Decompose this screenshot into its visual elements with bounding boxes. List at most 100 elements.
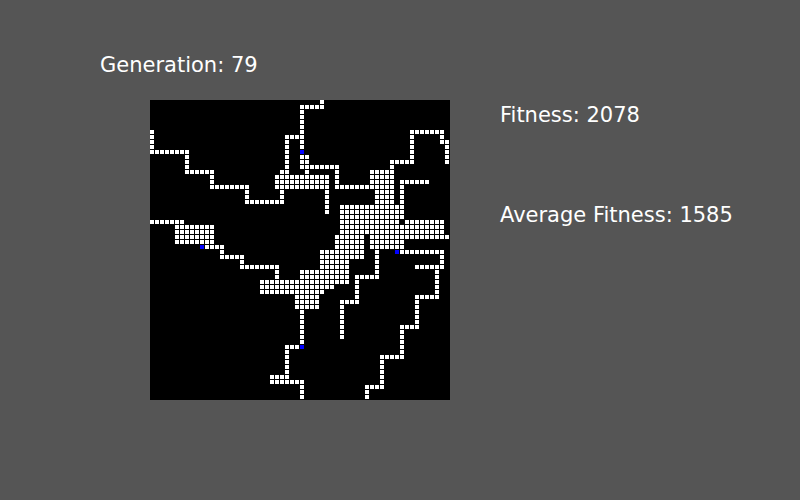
visited-cell bbox=[300, 120, 304, 124]
visited-cell bbox=[185, 165, 189, 169]
visited-cell bbox=[310, 165, 314, 169]
visited-cell bbox=[230, 255, 234, 259]
visited-cell bbox=[335, 280, 339, 284]
visited-cell bbox=[390, 235, 394, 239]
visited-cell bbox=[440, 235, 444, 239]
visited-cell bbox=[425, 250, 429, 254]
visited-cell bbox=[430, 130, 434, 134]
visited-cell bbox=[340, 270, 344, 274]
visited-cell bbox=[400, 325, 404, 329]
visited-cell bbox=[410, 250, 414, 254]
visited-cell bbox=[445, 235, 449, 239]
visited-cell bbox=[300, 160, 304, 164]
visited-cell bbox=[355, 185, 359, 189]
visited-cell bbox=[440, 265, 444, 269]
visited-cell bbox=[410, 325, 414, 329]
visited-cell bbox=[300, 140, 304, 144]
visited-cell bbox=[340, 245, 344, 249]
visited-cell bbox=[390, 200, 394, 204]
visited-cell bbox=[415, 315, 419, 319]
visited-cell bbox=[435, 250, 439, 254]
visited-cell bbox=[400, 240, 404, 244]
visited-cell bbox=[390, 195, 394, 199]
visited-cell bbox=[340, 225, 344, 229]
visited-cell bbox=[265, 200, 269, 204]
visited-cell bbox=[205, 235, 209, 239]
visited-cell bbox=[325, 255, 329, 259]
visited-cell bbox=[180, 225, 184, 229]
visited-cell bbox=[320, 185, 324, 189]
visited-cell bbox=[345, 265, 349, 269]
visited-cell bbox=[445, 145, 449, 149]
visited-cell bbox=[350, 235, 354, 239]
visited-cell bbox=[370, 245, 374, 249]
visited-cell bbox=[200, 170, 204, 174]
visited-cell bbox=[365, 220, 369, 224]
visited-cell bbox=[385, 235, 389, 239]
visited-cell bbox=[320, 290, 324, 294]
visited-cell bbox=[420, 250, 424, 254]
visited-cell bbox=[285, 150, 289, 154]
visited-cell bbox=[265, 265, 269, 269]
visited-cell bbox=[220, 185, 224, 189]
visited-cell bbox=[320, 105, 324, 109]
visited-cell bbox=[380, 365, 384, 369]
visited-cell bbox=[375, 235, 379, 239]
visited-cell bbox=[360, 215, 364, 219]
visited-cell bbox=[395, 240, 399, 244]
visited-cell bbox=[300, 335, 304, 339]
visited-cell bbox=[390, 355, 394, 359]
visited-cell bbox=[440, 255, 444, 259]
visited-cell bbox=[375, 260, 379, 264]
visited-cell bbox=[270, 375, 274, 379]
visited-cell bbox=[360, 230, 364, 234]
visited-cell bbox=[280, 290, 284, 294]
visited-cell bbox=[400, 180, 404, 184]
visited-cell bbox=[415, 180, 419, 184]
visited-cell bbox=[420, 180, 424, 184]
visited-cell bbox=[185, 235, 189, 239]
visited-cell bbox=[435, 225, 439, 229]
visited-cell bbox=[385, 215, 389, 219]
visited-cell bbox=[300, 340, 304, 344]
visited-cell bbox=[175, 240, 179, 244]
visited-cell bbox=[180, 240, 184, 244]
visited-cell bbox=[395, 210, 399, 214]
visited-cell bbox=[420, 265, 424, 269]
visited-cell bbox=[175, 235, 179, 239]
visited-cell bbox=[440, 140, 444, 144]
visited-cell bbox=[300, 125, 304, 129]
visited-cell bbox=[340, 205, 344, 209]
visited-cell bbox=[340, 185, 344, 189]
visited-cell bbox=[295, 280, 299, 284]
visited-cell bbox=[385, 355, 389, 359]
visited-cell bbox=[375, 215, 379, 219]
visited-cell bbox=[400, 200, 404, 204]
visited-cell bbox=[320, 165, 324, 169]
visited-cell bbox=[370, 210, 374, 214]
visited-cell bbox=[275, 270, 279, 274]
average-fitness-label: Average Fitness: 1585 bbox=[500, 201, 733, 229]
visited-cell bbox=[150, 130, 154, 134]
visited-cell bbox=[390, 220, 394, 224]
visited-cell bbox=[155, 150, 159, 154]
visited-cell bbox=[370, 230, 374, 234]
visited-cell bbox=[355, 285, 359, 289]
visited-cell bbox=[190, 235, 194, 239]
app-window: Generation: 79 Fitness: 2078 Average Fit… bbox=[0, 0, 800, 500]
visited-cell bbox=[305, 180, 309, 184]
visited-cell bbox=[425, 295, 429, 299]
visited-cell bbox=[270, 285, 274, 289]
visited-cell bbox=[375, 265, 379, 269]
visited-cell bbox=[415, 225, 419, 229]
visited-cell bbox=[380, 215, 384, 219]
visited-cell bbox=[395, 245, 399, 249]
visited-cell bbox=[300, 115, 304, 119]
visited-cell bbox=[380, 245, 384, 249]
visited-cell bbox=[395, 230, 399, 234]
visited-cell bbox=[240, 185, 244, 189]
visited-cell bbox=[425, 265, 429, 269]
visited-cell bbox=[260, 265, 264, 269]
visited-cell bbox=[355, 220, 359, 224]
visited-cell bbox=[315, 285, 319, 289]
